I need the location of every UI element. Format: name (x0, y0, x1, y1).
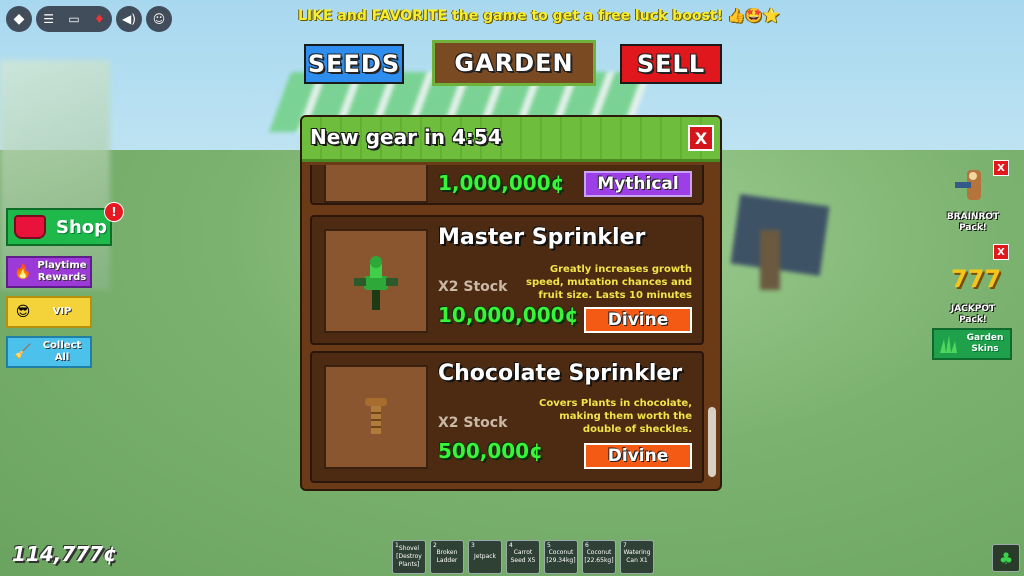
promo-banner: LIKE and FAVORITE the game to get a free… (298, 8, 781, 24)
gear-thumbnail (324, 165, 428, 203)
slot-label: Coconut [22.65kg] (584, 549, 614, 564)
collect-label: Collect All (42, 340, 82, 363)
gear-thumbnail (324, 229, 428, 333)
hotbar-slot[interactable]: 2 Broken Ladder (430, 540, 464, 574)
brainrot-pack-label: BRAINROT Pack! (946, 212, 1000, 233)
slot-label: Watering Can X1 (623, 549, 651, 564)
hotbar-slot[interactable]: 5 Coconut [29.34kg] (544, 540, 578, 574)
gear-description: Covers Plants in chocolate, making them … (539, 398, 692, 435)
brainrot-close-button[interactable]: X (993, 160, 1009, 176)
close-button[interactable]: X (688, 125, 714, 151)
gear-description: Greatly increases growth speed, mutation… (526, 264, 692, 301)
playtime-rewards-button[interactable]: 🔥 Playtime Rewards (6, 256, 92, 288)
panel-header: New gear in 4:54 X (302, 117, 720, 162)
basket-icon (14, 215, 46, 239)
gear-list[interactable]: 1,000,000¢ Mythical Master Sprinkler X2 … (310, 165, 712, 483)
tab-sell[interactable]: SELL (620, 44, 722, 84)
slot-number: 2 (433, 542, 437, 549)
grass-icon (940, 335, 957, 353)
gear-name: Master Sprinkler (438, 225, 646, 250)
collect-all-button[interactable]: 🧹 Collect All (6, 336, 92, 368)
vip-label: VIP (52, 306, 72, 317)
menu-icon[interactable]: ☰ (43, 12, 54, 26)
slot-number: 6 (585, 542, 589, 549)
background-sign (730, 194, 830, 276)
gear-price: 1,000,000¢ (438, 171, 565, 195)
vip-button[interactable]: 😎 VIP (6, 296, 92, 328)
slot-label: Carrot Seed X5 (510, 549, 536, 564)
slot-label: Broken Ladder (436, 549, 458, 564)
slot-number: 4 (509, 542, 513, 549)
money-display: 114,777¢ (12, 542, 118, 566)
tab-garden[interactable]: GARDEN (432, 40, 596, 86)
notification-badge: ! (104, 202, 124, 222)
mic-muted-icon[interactable]: ♦ (94, 12, 105, 26)
hotbar-slot[interactable]: 7 Watering Can X1 (620, 540, 654, 574)
gear-name: Chocolate Sprinkler (438, 361, 683, 386)
gear-card[interactable]: Master Sprinkler X2 Stock Greatly increa… (310, 215, 704, 345)
roblox-logo-icon[interactable]: ◆ (6, 6, 32, 32)
jackpot-777-icon: 777 (951, 265, 1002, 293)
jackpot-pack-label: JACKPOT Pack! (950, 304, 996, 325)
tab-seeds[interactable]: SEEDS (304, 44, 404, 84)
rarity-badge[interactable]: Divine (584, 307, 692, 333)
gear-card[interactable]: 1,000,000¢ Mythical (310, 165, 704, 205)
hotbar-slot[interactable]: 6 Coconut [22.65kg] (582, 540, 616, 574)
slot-label: Jetpack (473, 553, 497, 560)
rarity-badge[interactable]: Divine (584, 443, 692, 469)
playtime-label: Playtime Rewards (37, 260, 87, 283)
fire-icon: 🔥 (14, 264, 32, 280)
chat-icon[interactable]: ▭ (68, 12, 79, 26)
broom-icon: 🧹 (14, 344, 32, 360)
gear-stock: X2 Stock (438, 415, 508, 431)
scrollbar-thumb[interactable] (708, 407, 716, 477)
slot-number: 7 (623, 542, 627, 549)
gear-price: 10,000,000¢ (438, 303, 579, 327)
shop-button[interactable]: Shop (6, 208, 112, 246)
sprinkler-icon (365, 398, 387, 434)
slot-number: 3 (471, 542, 475, 549)
garden-skins-label: Garden Skins (966, 333, 1004, 354)
rarity-badge: Mythical (584, 171, 692, 197)
gear-price: 500,000¢ (438, 439, 544, 463)
roblox-toolbar: ☰ ▭ ♦ (36, 6, 112, 32)
avatar-icon[interactable]: ☺ (146, 6, 172, 32)
gear-stock: X2 Stock (438, 279, 508, 295)
brainrot-pack-button[interactable]: BRAINROT Pack! (938, 166, 1008, 234)
scrollbar[interactable] (706, 165, 718, 483)
garden-skins-button[interactable]: Garden Skins (932, 328, 1012, 360)
sunglasses-icon: 😎 (15, 304, 31, 320)
background-sign-post (760, 230, 780, 290)
shop-label: Shop (56, 216, 108, 238)
gear-shop-panel: New gear in 4:54 X 1,000,000¢ Mythical M… (300, 115, 722, 491)
hotbar-slot[interactable]: 1 Shovel [Destroy Plants] (392, 540, 426, 574)
clover-icon[interactable]: ♣ (992, 544, 1020, 572)
jackpot-pack-button[interactable]: 777 JACKPOT Pack! (938, 262, 1008, 326)
gear-thumbnail (324, 365, 428, 469)
brainrot-pack-icon (955, 170, 981, 200)
slot-number: 1 (395, 542, 399, 549)
volume-icon[interactable]: ◀) (116, 6, 142, 32)
gear-card[interactable]: Chocolate Sprinkler X2 Stock Covers Plan… (310, 351, 704, 483)
panel-title: New gear in 4:54 (310, 125, 502, 149)
hotbar-slot[interactable]: 4 Carrot Seed X5 (506, 540, 540, 574)
slot-number: 5 (547, 542, 551, 549)
sprinkler-icon (354, 256, 398, 310)
hotbar-slot[interactable]: 3 Jetpack (468, 540, 502, 574)
jackpot-close-button[interactable]: X (993, 244, 1009, 260)
hotbar: 1 Shovel [Destroy Plants] 2 Broken Ladder … (392, 540, 654, 574)
slot-label: Coconut [29.34kg] (546, 549, 576, 564)
